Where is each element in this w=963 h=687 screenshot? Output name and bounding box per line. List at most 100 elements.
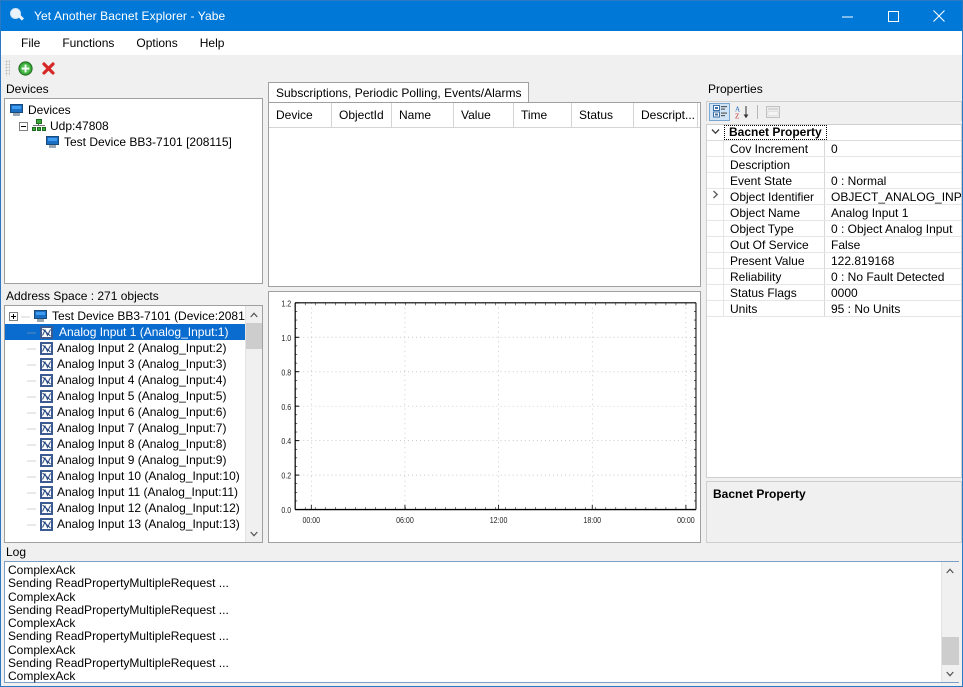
- properties-grid[interactable]: Bacnet Property Cov Increment0Descriptio…: [706, 124, 962, 478]
- chevron-down-icon[interactable]: [707, 127, 724, 138]
- categorized-view-icon[interactable]: [709, 103, 730, 121]
- property-value[interactable]: 122.819168: [825, 253, 961, 268]
- property-row[interactable]: Out Of ServiceFalse: [707, 237, 961, 253]
- property-value[interactable]: 0000: [825, 285, 961, 300]
- address-space-item[interactable]: Analog Input 4 (Analog_Input:4): [5, 372, 262, 388]
- tree-node-udp[interactable]: Udp:47808: [5, 118, 262, 134]
- tree-connector: [27, 408, 36, 417]
- scrollbar-thumb[interactable]: [942, 637, 959, 665]
- scrollbar-track[interactable]: [942, 579, 959, 665]
- x-axis-tick-label: 00:00: [302, 515, 320, 525]
- property-row[interactable]: Reliability0 : No Fault Detected: [707, 269, 961, 285]
- analog-input-icon: [40, 454, 53, 467]
- property-row[interactable]: Cov Increment0: [707, 141, 961, 157]
- close-button[interactable]: [916, 1, 962, 31]
- property-rows: Cov Increment0DescriptionEvent State0 : …: [707, 141, 961, 317]
- chevron-right-icon[interactable]: [707, 189, 724, 204]
- monitor-icon: [45, 134, 61, 150]
- address-space-item[interactable]: Analog Input 10 (Analog_Input:10): [5, 468, 262, 484]
- property-value[interactable]: 0: [825, 141, 961, 156]
- column-header[interactable]: Value: [454, 103, 514, 128]
- x-axis-tick-label: 00:00: [677, 515, 695, 525]
- add-circle-icon[interactable]: [14, 57, 37, 79]
- property-name: Object Type: [724, 221, 825, 236]
- trend-chart-panel[interactable]: 0.00.20.40.60.81.01.200:0006:0012:0018:0…: [268, 291, 701, 543]
- column-header[interactable]: Name: [392, 103, 454, 128]
- property-value[interactable]: 95 : No Units: [825, 301, 961, 316]
- address-space-item[interactable]: Analog Input 11 (Analog_Input:11): [5, 484, 262, 500]
- address-space-item-list: Analog Input 1 (Analog_Input:1)Analog In…: [5, 324, 262, 532]
- property-category-label: Bacnet Property: [724, 125, 827, 140]
- tab-subscriptions[interactable]: Subscriptions, Periodic Polling, Events/…: [268, 82, 529, 103]
- row-spacer: [707, 237, 724, 252]
- address-space-item-label: Analog Input 10 (Analog_Input:10): [57, 468, 240, 484]
- property-category-row[interactable]: Bacnet Property: [707, 125, 961, 141]
- column-header[interactable]: Device: [269, 103, 332, 128]
- tree-node-devices[interactable]: Devices: [5, 102, 262, 118]
- collapse-expander-icon[interactable]: [19, 122, 28, 131]
- address-space-item[interactable]: Analog Input 5 (Analog_Input:5): [5, 388, 262, 404]
- subscriptions-grid-rows[interactable]: [269, 128, 700, 286]
- address-space-item[interactable]: Analog Input 12 (Analog_Input:12): [5, 500, 262, 516]
- property-row[interactable]: Units95 : No Units: [707, 301, 961, 317]
- property-value[interactable]: False: [825, 237, 961, 252]
- tree-node-label: Test Device BB3-7101 [208115]: [64, 134, 232, 150]
- address-space-item[interactable]: Analog Input 3 (Analog_Input:3): [5, 356, 262, 372]
- maximize-button[interactable]: [870, 1, 916, 31]
- delete-cross-icon[interactable]: [37, 57, 60, 79]
- property-row[interactable]: Present Value122.819168: [707, 253, 961, 269]
- address-space-item[interactable]: Analog Input 2 (Analog_Input:2): [5, 340, 262, 356]
- property-row[interactable]: Status Flags0000: [707, 285, 961, 301]
- property-value[interactable]: [825, 157, 961, 172]
- minimize-button[interactable]: [824, 1, 870, 31]
- property-pages-icon[interactable]: [762, 103, 783, 121]
- log-panel-label: Log: [4, 543, 959, 561]
- property-row[interactable]: Object Type0 : Object Analog Input: [707, 221, 961, 237]
- address-space-item[interactable]: Analog Input 1 (Analog_Input:1): [5, 324, 262, 340]
- property-value[interactable]: Analog Input 1: [825, 205, 961, 220]
- scrollbar-thumb[interactable]: [246, 323, 263, 349]
- address-space-item[interactable]: Analog Input 6 (Analog_Input:6): [5, 404, 262, 420]
- menu-item-file[interactable]: File: [10, 33, 51, 53]
- scroll-down-icon[interactable]: [942, 665, 959, 682]
- menu-item-help[interactable]: Help: [189, 33, 236, 53]
- devices-tree-panel[interactable]: Devices Udp:47808: [4, 98, 263, 284]
- property-value[interactable]: OBJECT_ANALOG_INPUT: [825, 189, 961, 204]
- property-row[interactable]: Object NameAnalog Input 1: [707, 205, 961, 221]
- menu-item-options[interactable]: Options: [125, 33, 188, 53]
- tree-connector: [27, 392, 36, 401]
- tree-node-device-root[interactable]: Test Device BB3-7101 (Device:208115): [5, 308, 262, 324]
- property-row[interactable]: Object IdentifierOBJECT_ANALOG_INPUT: [707, 189, 961, 205]
- address-space-panel[interactable]: Test Device BB3-7101 (Device:208115) Ana…: [4, 305, 263, 543]
- scroll-down-icon[interactable]: [246, 525, 263, 542]
- devices-panel-label: Devices: [4, 81, 263, 98]
- tree-node-test-device[interactable]: Test Device BB3-7101 [208115]: [5, 134, 262, 150]
- trend-chart: 0.00.20.40.60.81.01.200:0006:0012:0018:0…: [269, 292, 700, 542]
- column-header[interactable]: ObjectId: [332, 103, 392, 128]
- property-row[interactable]: Event State0 : Normal: [707, 173, 961, 189]
- scroll-up-icon[interactable]: [246, 306, 263, 323]
- menu-item-functions[interactable]: Functions: [51, 33, 125, 53]
- center-column: Subscriptions, Periodic Polling, Events/…: [268, 81, 701, 543]
- address-space-label: Address Space : 271 objects: [4, 288, 263, 305]
- sort-alphabetical-icon[interactable]: A Z: [732, 103, 753, 121]
- address-space-item[interactable]: Analog Input 9 (Analog_Input:9): [5, 452, 262, 468]
- properties-column: Properties A Z: [706, 81, 962, 543]
- expand-expander-icon[interactable]: [9, 312, 18, 321]
- subscriptions-grid[interactable]: DeviceObjectIdNameValueTimeStatusDescrip…: [268, 102, 701, 287]
- property-value[interactable]: 0 : Normal: [825, 173, 961, 188]
- log-panel[interactable]: ComplexAckSending ReadPropertyMultipleRe…: [4, 561, 959, 683]
- property-value[interactable]: 0 : No Fault Detected: [825, 269, 961, 284]
- property-row[interactable]: Description: [707, 157, 961, 173]
- address-space-item[interactable]: Analog Input 13 (Analog_Input:13): [5, 516, 262, 532]
- column-header[interactable]: Status: [572, 103, 634, 128]
- scrollbar-track[interactable]: [246, 323, 263, 525]
- column-header[interactable]: Descript...: [634, 103, 698, 128]
- column-header[interactable]: Time: [514, 103, 572, 128]
- address-space-item[interactable]: Analog Input 7 (Analog_Input:7): [5, 420, 262, 436]
- log-scrollbar[interactable]: [941, 562, 958, 682]
- address-space-item[interactable]: Analog Input 8 (Analog_Input:8): [5, 436, 262, 452]
- property-value[interactable]: 0 : Object Analog Input: [825, 221, 961, 236]
- scroll-up-icon[interactable]: [942, 562, 959, 579]
- address-space-scrollbar[interactable]: [245, 306, 262, 542]
